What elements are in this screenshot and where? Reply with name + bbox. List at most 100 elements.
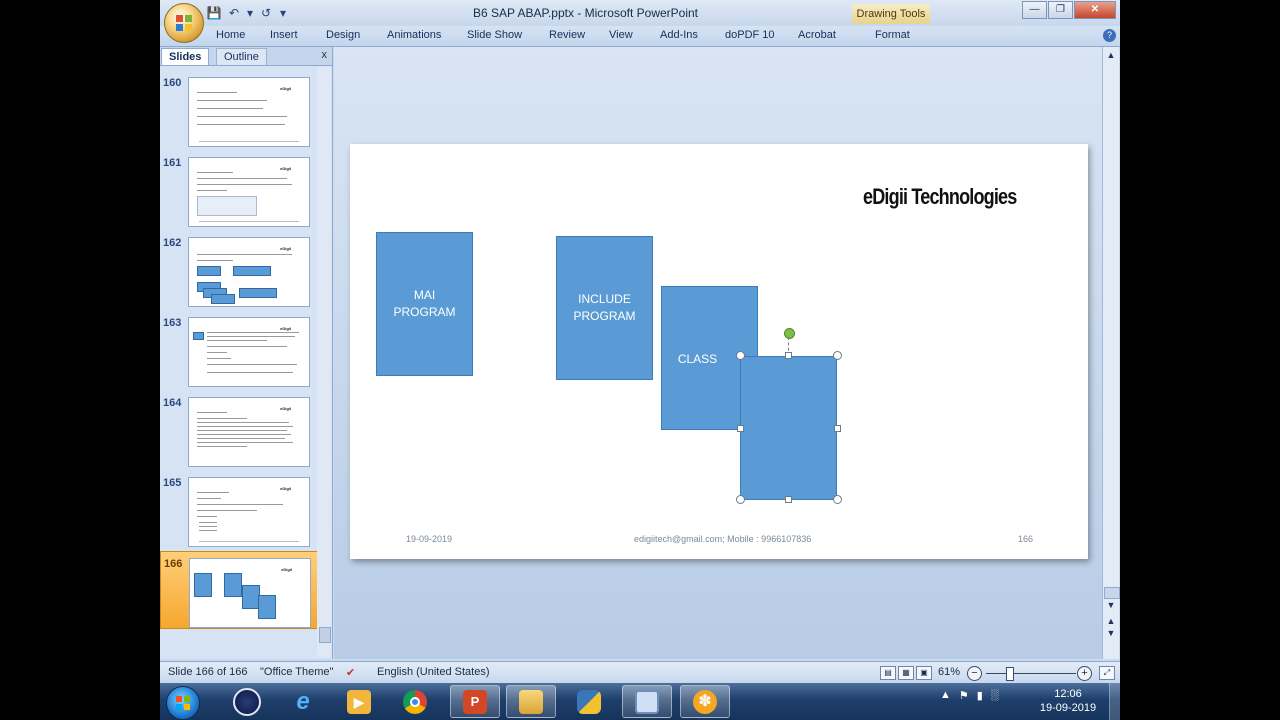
taskbar-app-2[interactable]: e: [278, 685, 328, 718]
editor-scroll-thumb[interactable]: [1104, 587, 1120, 599]
action-center-flag-icon[interactable]: ⚑: [959, 689, 969, 702]
theme-name[interactable]: "Office Theme": [260, 666, 333, 678]
power-icon[interactable]: ▮: [977, 689, 983, 702]
snip-icon: ✽: [693, 689, 717, 714]
tab-slides[interactable]: Slides: [161, 48, 210, 65]
zoom-out-icon[interactable]: −: [967, 666, 982, 681]
slide-thumb-163[interactable]: 163 eDigii: [160, 311, 316, 387]
window-title: B6 SAP ABAP.pptx - Microsoft PowerPoint: [473, 6, 698, 20]
slide-preview: eDigii: [188, 157, 310, 227]
zoom-in-icon[interactable]: +: [1077, 666, 1092, 681]
slide-thumbnails: 160 eDigii 161 eDigii 162 eDigii 163 eDi…: [160, 67, 318, 659]
windows-logo-icon: [176, 696, 190, 710]
resize-handle-bottom-right[interactable]: [833, 495, 842, 504]
next-slide-icon[interactable]: ▼: [1105, 627, 1117, 639]
tab-dopdf[interactable]: doPDF 10: [725, 29, 775, 41]
undo-icon[interactable]: ↶: [226, 5, 242, 21]
slide-preview: eDigii: [188, 477, 310, 547]
normal-view-icon[interactable]: ▤: [880, 666, 896, 680]
network-icon[interactable]: ░: [991, 689, 999, 702]
resize-handle-top-left[interactable]: [736, 351, 745, 360]
slide-number: 164: [163, 397, 182, 409]
minimize-button[interactable]: —: [1022, 1, 1047, 19]
zoom-slider-track[interactable]: [986, 673, 1076, 674]
slide-thumb-160[interactable]: 160 eDigii: [160, 71, 316, 147]
office-button[interactable]: [164, 3, 204, 43]
tab-design[interactable]: Design: [326, 29, 360, 41]
slide-thumb-166[interactable]: 166 eDigii: [160, 551, 318, 629]
tab-view[interactable]: View: [609, 29, 633, 41]
previous-slide-icon[interactable]: ▲: [1105, 615, 1117, 627]
taskbar-app-6[interactable]: [506, 685, 556, 718]
system-clock[interactable]: 12:06 19-09-2019: [1036, 687, 1100, 715]
taskbar-app-9[interactable]: ✽: [680, 685, 730, 718]
resize-handle-top-right[interactable]: [833, 351, 842, 360]
spellcheck-icon[interactable]: ✔: [346, 666, 355, 679]
tab-insert[interactable]: Insert: [270, 29, 298, 41]
slide-preview: eDigii: [188, 77, 310, 147]
customize-qat-icon[interactable]: ▾: [278, 5, 288, 21]
save-icon[interactable]: 💾: [206, 5, 222, 21]
slide-preview: eDigii: [188, 397, 310, 467]
taskbar-app-8[interactable]: [622, 685, 672, 718]
tab-review[interactable]: Review: [549, 29, 585, 41]
include-program-box[interactable]: INCLUDE PROGRAM: [556, 236, 653, 380]
python-icon: [577, 689, 601, 714]
slide-thumb-165[interactable]: 165 eDigii: [160, 471, 316, 547]
slide-canvas[interactable]: eDigii Technologies MAI PROGRAM INCLUDE …: [350, 144, 1088, 559]
office-logo-icon: [176, 15, 192, 31]
language[interactable]: English (United States): [377, 666, 490, 678]
undo-dropdown-icon[interactable]: ▾: [246, 5, 254, 21]
slide-counter: Slide 166 of 166: [168, 666, 248, 678]
main-program-box[interactable]: MAI PROGRAM: [376, 232, 473, 376]
close-button[interactable]: ✕: [1074, 1, 1116, 19]
zoom-level[interactable]: 61%: [938, 666, 960, 678]
tab-outline[interactable]: Outline: [216, 48, 267, 65]
tab-slide-show[interactable]: Slide Show: [467, 29, 522, 41]
restore-button[interactable]: ❐: [1048, 1, 1073, 19]
resize-handle-right[interactable]: [834, 425, 841, 432]
slide-thumb-162[interactable]: 162 eDigii: [160, 231, 316, 307]
ribbon-tabs: Home Insert Design Animations Slide Show…: [160, 26, 1120, 47]
taskbar-app-1[interactable]: [222, 685, 272, 718]
footer-page-number: 166: [1018, 534, 1034, 544]
resize-handle-bottom-left[interactable]: [736, 495, 745, 504]
zoom-slider-knob[interactable]: [1006, 667, 1014, 681]
taskbar-app-5[interactable]: P: [450, 685, 500, 718]
close-pane-icon[interactable]: x: [322, 49, 328, 61]
scroll-down-icon[interactable]: ▼: [1105, 599, 1117, 611]
taskbar-app-4[interactable]: [390, 685, 440, 718]
resize-handle-left[interactable]: [737, 425, 744, 432]
slide-preview: eDigii: [188, 237, 310, 307]
slide-number: 161: [163, 157, 182, 169]
taskbar-app-7[interactable]: [564, 685, 614, 718]
slide-show-view-icon[interactable]: ▣: [916, 666, 932, 680]
remote-desktop-icon: [635, 689, 659, 714]
quick-access-toolbar: 💾 ↶ ▾ ↺ ▾: [206, 4, 288, 22]
selected-shape[interactable]: [740, 356, 837, 500]
system-tray: ▲ ⚑ ▮ ░: [940, 689, 999, 702]
tab-format[interactable]: Format: [875, 29, 910, 41]
resize-handle-bottom[interactable]: [785, 496, 792, 503]
pane-scrollbar[interactable]: [317, 67, 331, 657]
tab-home[interactable]: Home: [216, 29, 245, 41]
slide-thumb-161[interactable]: 161 eDigii: [160, 151, 316, 227]
tab-acrobat[interactable]: Acrobat: [798, 29, 836, 41]
slide-number: 163: [163, 317, 182, 329]
redo-icon[interactable]: ↺: [258, 5, 274, 21]
editor-scrollbar[interactable]: ▲ ▼ ▲ ▼: [1102, 47, 1120, 659]
help-icon[interactable]: ?: [1103, 29, 1116, 42]
slide-number: 166: [164, 558, 183, 570]
tray-expand-icon[interactable]: ▲: [940, 689, 951, 702]
fit-to-window-icon[interactable]: ⤢: [1099, 666, 1115, 680]
pane-scroll-thumb[interactable]: [319, 627, 331, 643]
scroll-up-icon[interactable]: ▲: [1105, 49, 1117, 61]
show-desktop-button[interactable]: [1109, 683, 1120, 720]
slide-thumb-164[interactable]: 164 eDigii: [160, 391, 316, 467]
start-button[interactable]: [166, 686, 200, 720]
tab-animations[interactable]: Animations: [387, 29, 441, 41]
taskbar-app-3[interactable]: ▶: [334, 685, 384, 718]
slide-sorter-icon[interactable]: ▦: [898, 666, 914, 680]
resize-handle-top[interactable]: [785, 352, 792, 359]
tab-add-ins[interactable]: Add-Ins: [660, 29, 698, 41]
